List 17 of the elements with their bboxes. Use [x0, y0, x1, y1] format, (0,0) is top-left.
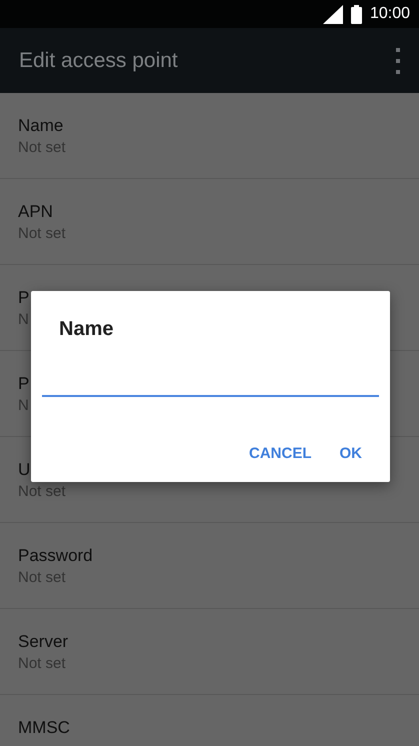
cancel-button[interactable]: CANCEL: [237, 439, 324, 468]
settings-item[interactable]: MMSC: [0, 695, 419, 746]
screen-title: Edit access point: [19, 48, 178, 72]
setting-title: Name: [18, 115, 64, 137]
signal-icon: [322, 4, 343, 24]
setting-title: Password: [18, 545, 93, 567]
setting-title: Server: [18, 631, 68, 653]
setting-title: P: [18, 287, 30, 309]
ok-button[interactable]: OK: [328, 439, 374, 468]
status-time: 10:00: [370, 5, 410, 23]
more-options-icon[interactable]: [396, 48, 400, 74]
setting-title: APN: [18, 201, 53, 223]
battery-icon: [350, 4, 362, 24]
setting-title: MMSC: [18, 717, 70, 739]
setting-title: P: [18, 373, 30, 395]
setting-title: U: [18, 459, 30, 481]
dialog-title: Name: [59, 317, 114, 341]
